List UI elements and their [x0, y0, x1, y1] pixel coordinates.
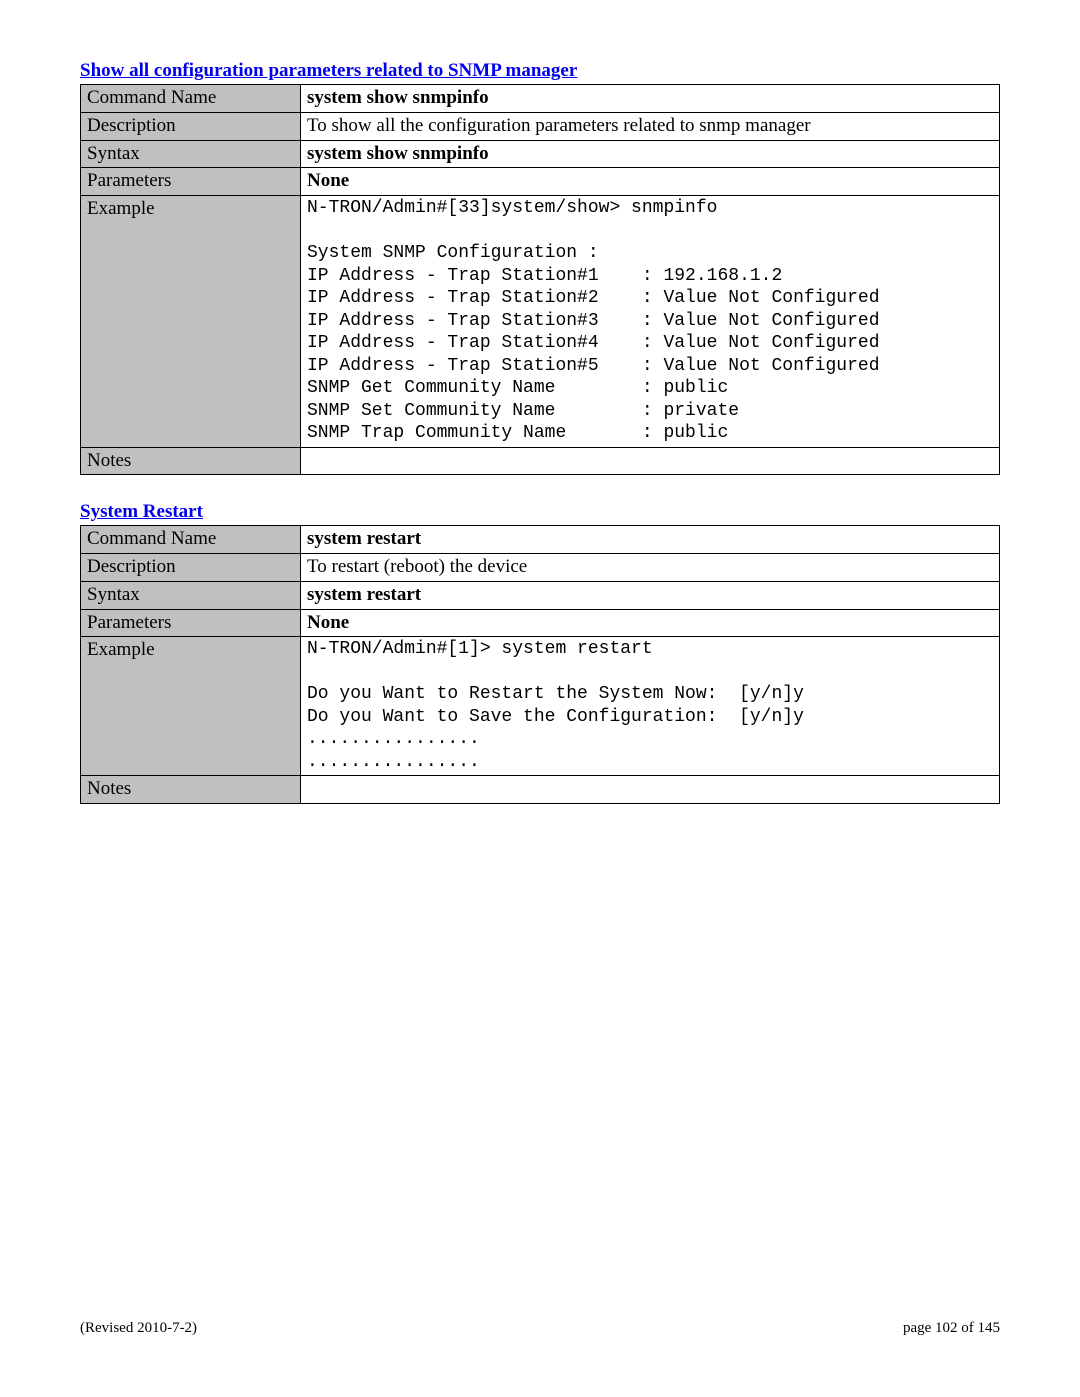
- section-title-restart: System Restart: [80, 501, 1000, 523]
- document-page: Show all configuration parameters relate…: [0, 0, 1080, 1397]
- row-value: [301, 776, 1000, 804]
- row-label: Command Name: [81, 85, 301, 113]
- row-label: Description: [81, 112, 301, 140]
- command-table-restart: Command Name system restart Description …: [80, 525, 1000, 804]
- section-gap: [80, 475, 1000, 501]
- table-row: Description To show all the configuratio…: [81, 112, 1000, 140]
- footer-right: page 102 of 145: [903, 1320, 1000, 1337]
- row-value: system restart: [301, 526, 1000, 554]
- footer-left: (Revised 2010-7-2): [80, 1320, 197, 1337]
- row-label: Parameters: [81, 609, 301, 637]
- command-table-snmp: Command Name system show snmpinfo Descri…: [80, 84, 1000, 475]
- row-value: None: [301, 609, 1000, 637]
- table-row: Command Name system show snmpinfo: [81, 85, 1000, 113]
- row-value: [301, 447, 1000, 475]
- table-row: Example N-TRON/Admin#[33]system/show> sn…: [81, 196, 1000, 448]
- section-title-snmp: Show all configuration parameters relate…: [80, 60, 1000, 82]
- table-row: Command Name system restart: [81, 526, 1000, 554]
- row-label: Example: [81, 196, 301, 448]
- row-value: system show snmpinfo: [301, 85, 1000, 113]
- row-label: Notes: [81, 447, 301, 475]
- table-row: Parameters None: [81, 168, 1000, 196]
- table-row: Syntax system restart: [81, 581, 1000, 609]
- table-row: Notes: [81, 776, 1000, 804]
- table-row: Notes: [81, 447, 1000, 475]
- row-label: Syntax: [81, 581, 301, 609]
- row-value: To show all the configuration parameters…: [301, 112, 1000, 140]
- table-row: Description To restart (reboot) the devi…: [81, 554, 1000, 582]
- row-label: Command Name: [81, 526, 301, 554]
- row-value: None: [301, 168, 1000, 196]
- row-label: Description: [81, 554, 301, 582]
- row-value: system restart: [301, 581, 1000, 609]
- table-row: Parameters None: [81, 609, 1000, 637]
- row-value: To restart (reboot) the device: [301, 554, 1000, 582]
- row-label: Notes: [81, 776, 301, 804]
- table-row: Syntax system show snmpinfo: [81, 140, 1000, 168]
- row-label: Example: [81, 637, 301, 776]
- row-value: N-TRON/Admin#[33]system/show> snmpinfo S…: [301, 196, 1000, 448]
- table-row: Example N-TRON/Admin#[1]> system restart…: [81, 637, 1000, 776]
- page-footer: (Revised 2010-7-2) page 102 of 145: [80, 1320, 1000, 1337]
- row-label: Syntax: [81, 140, 301, 168]
- row-value: N-TRON/Admin#[1]> system restart Do you …: [301, 637, 1000, 776]
- row-value: system show snmpinfo: [301, 140, 1000, 168]
- row-label: Parameters: [81, 168, 301, 196]
